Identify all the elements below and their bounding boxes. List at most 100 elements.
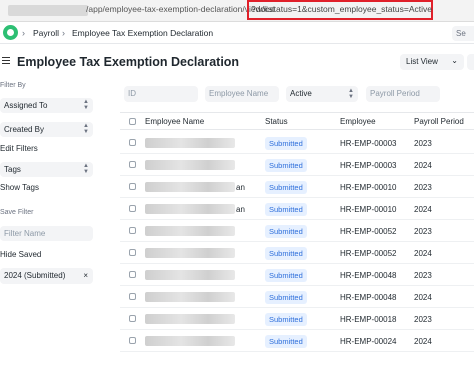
table-row[interactable]: an Submitted HR-EMP-00010 2024	[120, 198, 474, 220]
column-header-employee[interactable]: Employee	[340, 117, 376, 126]
payroll-period-cell: 2023	[414, 271, 432, 280]
view-switcher-label: List View	[406, 57, 438, 66]
row-checkbox[interactable]	[129, 293, 136, 300]
row-checkbox[interactable]	[129, 271, 136, 278]
sidebar-toggle-icon[interactable]	[2, 57, 10, 64]
tags-select[interactable]: Tags ▲ ▼	[0, 162, 93, 177]
employee-id-cell: HR-EMP-00003	[340, 139, 397, 148]
status-badge: Submitted	[265, 335, 307, 348]
status-badge: Submitted	[265, 225, 307, 238]
select-all-checkbox[interactable]	[129, 118, 136, 125]
top-navbar: › Payroll › Employee Tax Exemption Decla…	[0, 22, 474, 44]
saved-filter-label: 2024 (Submitted)	[4, 271, 66, 280]
created-by-label: Created By	[4, 125, 45, 134]
payroll-period-cell: 2024	[414, 337, 432, 346]
employee-name-filter-input[interactable]: Employee Name	[205, 86, 279, 102]
payroll-period-filter-input[interactable]: Payroll Period	[366, 86, 440, 102]
table-header: Employee Name Status Employee Payroll Pe…	[120, 112, 474, 130]
employee-name-redacted[interactable]	[145, 248, 235, 258]
payroll-period-cell: 2023	[414, 139, 432, 148]
payroll-period-cell: 2023	[414, 183, 432, 192]
employee-id-cell: HR-EMP-00003	[340, 161, 397, 170]
payroll-period-cell: 2024	[414, 161, 432, 170]
employee-id-cell: HR-EMP-00048	[340, 271, 397, 280]
row-checkbox[interactable]	[129, 183, 136, 190]
employee-id-cell: HR-EMP-00018	[340, 315, 397, 324]
breadcrumb-payroll[interactable]: Payroll	[33, 28, 59, 38]
global-search-input[interactable]: Se	[452, 26, 474, 41]
status-badge: Submitted	[265, 203, 307, 216]
breadcrumb-chevron-icon: ›	[22, 28, 25, 38]
table-row[interactable]: Submitted HR-EMP-00024 2024	[120, 330, 474, 352]
status-badge: Submitted	[265, 159, 307, 172]
row-checkbox[interactable]	[129, 161, 136, 168]
payroll-period-cell: 2024	[414, 293, 432, 302]
url-host-redacted	[8, 5, 88, 16]
row-checkbox[interactable]	[129, 139, 136, 146]
employee-name-redacted[interactable]	[145, 292, 235, 302]
employee-name-redacted[interactable]	[145, 314, 235, 324]
saved-filter-pill[interactable]: 2024 (Submitted) ×	[0, 268, 93, 284]
employee-name-visible-fragment: an	[236, 205, 245, 214]
assigned-to-select[interactable]: Assigned To ▲ ▼	[0, 98, 93, 113]
row-checkbox[interactable]	[129, 315, 136, 322]
edit-filters-link[interactable]: Edit Filters	[0, 144, 38, 153]
hide-saved-link[interactable]: Hide Saved	[0, 250, 41, 259]
updown-arrows-icon: ▲ ▼	[83, 123, 89, 135]
browser-address-bar[interactable]: /app/employee-tax-exemption-declaration/…	[0, 0, 474, 22]
employee-name-redacted[interactable]	[145, 270, 235, 280]
updown-arrows-icon: ▲ ▼	[83, 163, 89, 175]
show-tags-link[interactable]: Show Tags	[0, 183, 39, 192]
status-badge: Submitted	[265, 181, 307, 194]
employee-name-redacted[interactable]	[145, 182, 235, 192]
chevron-down-icon: ⌄	[451, 56, 458, 65]
filter-by-heading: Filter By	[0, 82, 26, 89]
payroll-period-cell: 2024	[414, 205, 432, 214]
save-filter-heading: Save Filter	[0, 209, 34, 216]
status-badge: Submitted	[265, 313, 307, 326]
table-row[interactable]: Submitted HR-EMP-00003 2023	[120, 132, 474, 154]
table-row[interactable]: Submitted HR-EMP-00003 2024	[120, 154, 474, 176]
page-title: Employee Tax Exemption Declaration	[17, 55, 240, 69]
table-row[interactable]: Submitted HR-EMP-00048 2024	[120, 286, 474, 308]
table-row[interactable]: an Submitted HR-EMP-00010 2023	[120, 176, 474, 198]
employee-name-redacted[interactable]	[145, 226, 235, 236]
row-checkbox[interactable]	[129, 227, 136, 234]
employee-name-redacted[interactable]	[145, 138, 235, 148]
employee-id-cell: HR-EMP-00010	[340, 205, 397, 214]
tags-label: Tags	[4, 165, 21, 174]
employee-id-cell: HR-EMP-00024	[340, 337, 397, 346]
assigned-to-label: Assigned To	[4, 101, 48, 110]
more-actions-button[interactable]	[467, 54, 474, 70]
close-icon[interactable]: ×	[83, 271, 88, 280]
status-badge: Submitted	[265, 291, 307, 304]
employee-status-value: Active	[290, 89, 312, 98]
column-header-status[interactable]: Status	[265, 117, 288, 126]
payroll-period-cell: 2024	[414, 249, 432, 258]
employee-name-redacted[interactable]	[145, 160, 235, 170]
table-row[interactable]: Submitted HR-EMP-00052 2024	[120, 242, 474, 264]
row-checkbox[interactable]	[129, 249, 136, 256]
table-row[interactable]: Submitted HR-EMP-00018 2023	[120, 308, 474, 330]
filter-name-input[interactable]: Filter Name	[0, 226, 93, 241]
table-row[interactable]: Submitted HR-EMP-00048 2023	[120, 264, 474, 286]
app-logo-icon[interactable]	[3, 25, 18, 40]
created-by-select[interactable]: Created By ▲ ▼	[0, 122, 93, 137]
status-badge: Submitted	[265, 269, 307, 282]
employee-name-redacted[interactable]	[145, 336, 235, 346]
column-header-employee-name[interactable]: Employee Name	[145, 117, 204, 126]
payroll-period-cell: 2023	[414, 227, 432, 236]
table-row[interactable]: Submitted HR-EMP-00052 2023	[120, 220, 474, 242]
employee-name-visible-fragment: an	[236, 183, 245, 192]
view-switcher-button[interactable]: List View ⌄	[400, 54, 464, 70]
status-badge: Submitted	[265, 247, 307, 260]
row-checkbox[interactable]	[129, 337, 136, 344]
breadcrumb-current[interactable]: Employee Tax Exemption Declaration	[72, 28, 213, 38]
employee-status-filter-select[interactable]: Active ▲ ▼	[286, 86, 358, 102]
employee-name-redacted[interactable]	[145, 204, 235, 214]
column-header-payroll-period[interactable]: Payroll Period	[414, 117, 464, 126]
row-checkbox[interactable]	[129, 205, 136, 212]
updown-arrows-icon: ▲ ▼	[348, 88, 354, 100]
employee-id-cell: HR-EMP-00048	[340, 293, 397, 302]
id-filter-input[interactable]: ID	[124, 86, 198, 102]
